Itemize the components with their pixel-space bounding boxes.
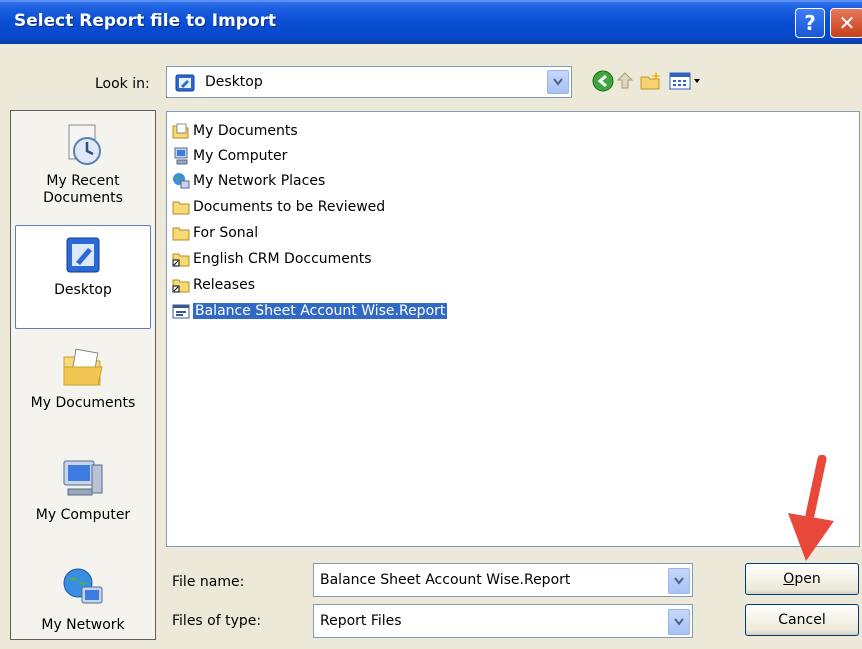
desktop-icon [66,237,100,273]
file-name-dropdown-button[interactable] [668,568,690,594]
place-label: My Network [41,617,125,633]
up-folder-icon [616,72,634,89]
back-arrow-icon [592,70,614,92]
file-name-input[interactable]: Balance Sheet Account Wise.Report [313,563,693,597]
new-folder-icon [640,71,661,90]
my-documents-icon [171,121,191,141]
file-name-value: Balance Sheet Account Wise.Report [320,572,571,588]
view-menu-icon [669,72,700,90]
place-label: Documents [43,190,123,206]
file-name-label: File name: [172,574,245,590]
file-name: Balance Sheet Account Wise.Report [191,302,449,320]
up-folder-button[interactable] [612,68,638,94]
files-of-type-select[interactable]: Report Files [313,604,693,638]
help-button[interactable]: ? [795,8,825,38]
chevron-down-icon [674,618,684,626]
network-places-icon [63,568,103,604]
folder-icon [171,197,191,217]
look-in-dropdown-button[interactable] [547,70,569,94]
my-documents-icon [63,348,103,386]
report-file-icon [171,301,191,321]
list-item[interactable]: My Network Places [171,170,325,192]
dialog-title: Select Report file to Import [14,11,277,31]
look-in-label: Look in: [95,76,150,92]
folder-shortcut-icon [171,249,191,269]
annotation-arrow-icon [788,455,834,561]
new-folder-button[interactable] [638,68,664,94]
files-of-type-label: Files of type: [172,613,262,629]
list-item[interactable]: Documents to be Reviewed [171,196,385,218]
place-my-documents[interactable]: My Documents [15,337,151,441]
desktop-icon [175,73,195,97]
place-label: My Recent [46,173,120,189]
list-item-selected[interactable]: Balance Sheet Account Wise.Report [171,300,449,322]
file-name: Documents to be Reviewed [193,199,386,215]
title-bar: Select Report file to Import ? ✕ [0,0,862,44]
my-computer-icon [171,146,191,166]
chevron-down-icon [553,78,563,86]
file-name: Releases [193,277,255,293]
file-name: English CRM Doccuments [193,251,372,267]
place-my-computer[interactable]: My Computer [15,447,151,551]
file-name: For Sonal [193,225,259,241]
place-desktop[interactable]: Desktop [15,225,151,329]
list-item[interactable]: My Computer [171,145,287,167]
list-item[interactable]: English CRM Doccuments [171,248,372,270]
cancel-button[interactable]: Cancel [745,604,859,636]
place-label: My Computer [35,507,131,523]
place-my-network[interactable]: My Network [15,557,151,637]
place-label: Desktop [54,282,112,298]
open-button-label: pen [794,571,821,587]
file-name: My Computer [193,148,288,164]
files-of-type-value: Report Files [320,613,402,629]
network-places-icon [171,171,191,191]
open-button[interactable]: Open [745,563,859,595]
folder-icon [171,223,191,243]
recent-documents-icon [68,124,101,165]
place-my-recent-documents[interactable]: My Recent Documents [15,117,151,221]
my-computer-icon [63,460,103,496]
file-name: My Documents [193,123,298,139]
place-label: My Documents [30,395,136,411]
folder-shortcut-icon [171,275,191,295]
chevron-down-icon [674,577,684,585]
list-item[interactable]: For Sonal [171,222,258,244]
file-name: My Network Places [193,173,326,189]
list-item[interactable]: My Documents [171,120,298,142]
places-bar: My Recent Documents Desktop My Documents… [10,110,156,640]
view-menu-button[interactable] [666,68,706,94]
open-button-mnemonic: O [783,571,795,587]
file-list[interactable]: My Documents My Computer My Network Plac… [166,111,860,547]
files-of-type-dropdown-button[interactable] [668,609,690,635]
look-in-combo[interactable]: Desktop [166,66,572,98]
look-in-value: Desktop [205,74,263,90]
list-item[interactable]: Releases [171,274,255,296]
close-button[interactable]: ✕ [830,8,862,38]
